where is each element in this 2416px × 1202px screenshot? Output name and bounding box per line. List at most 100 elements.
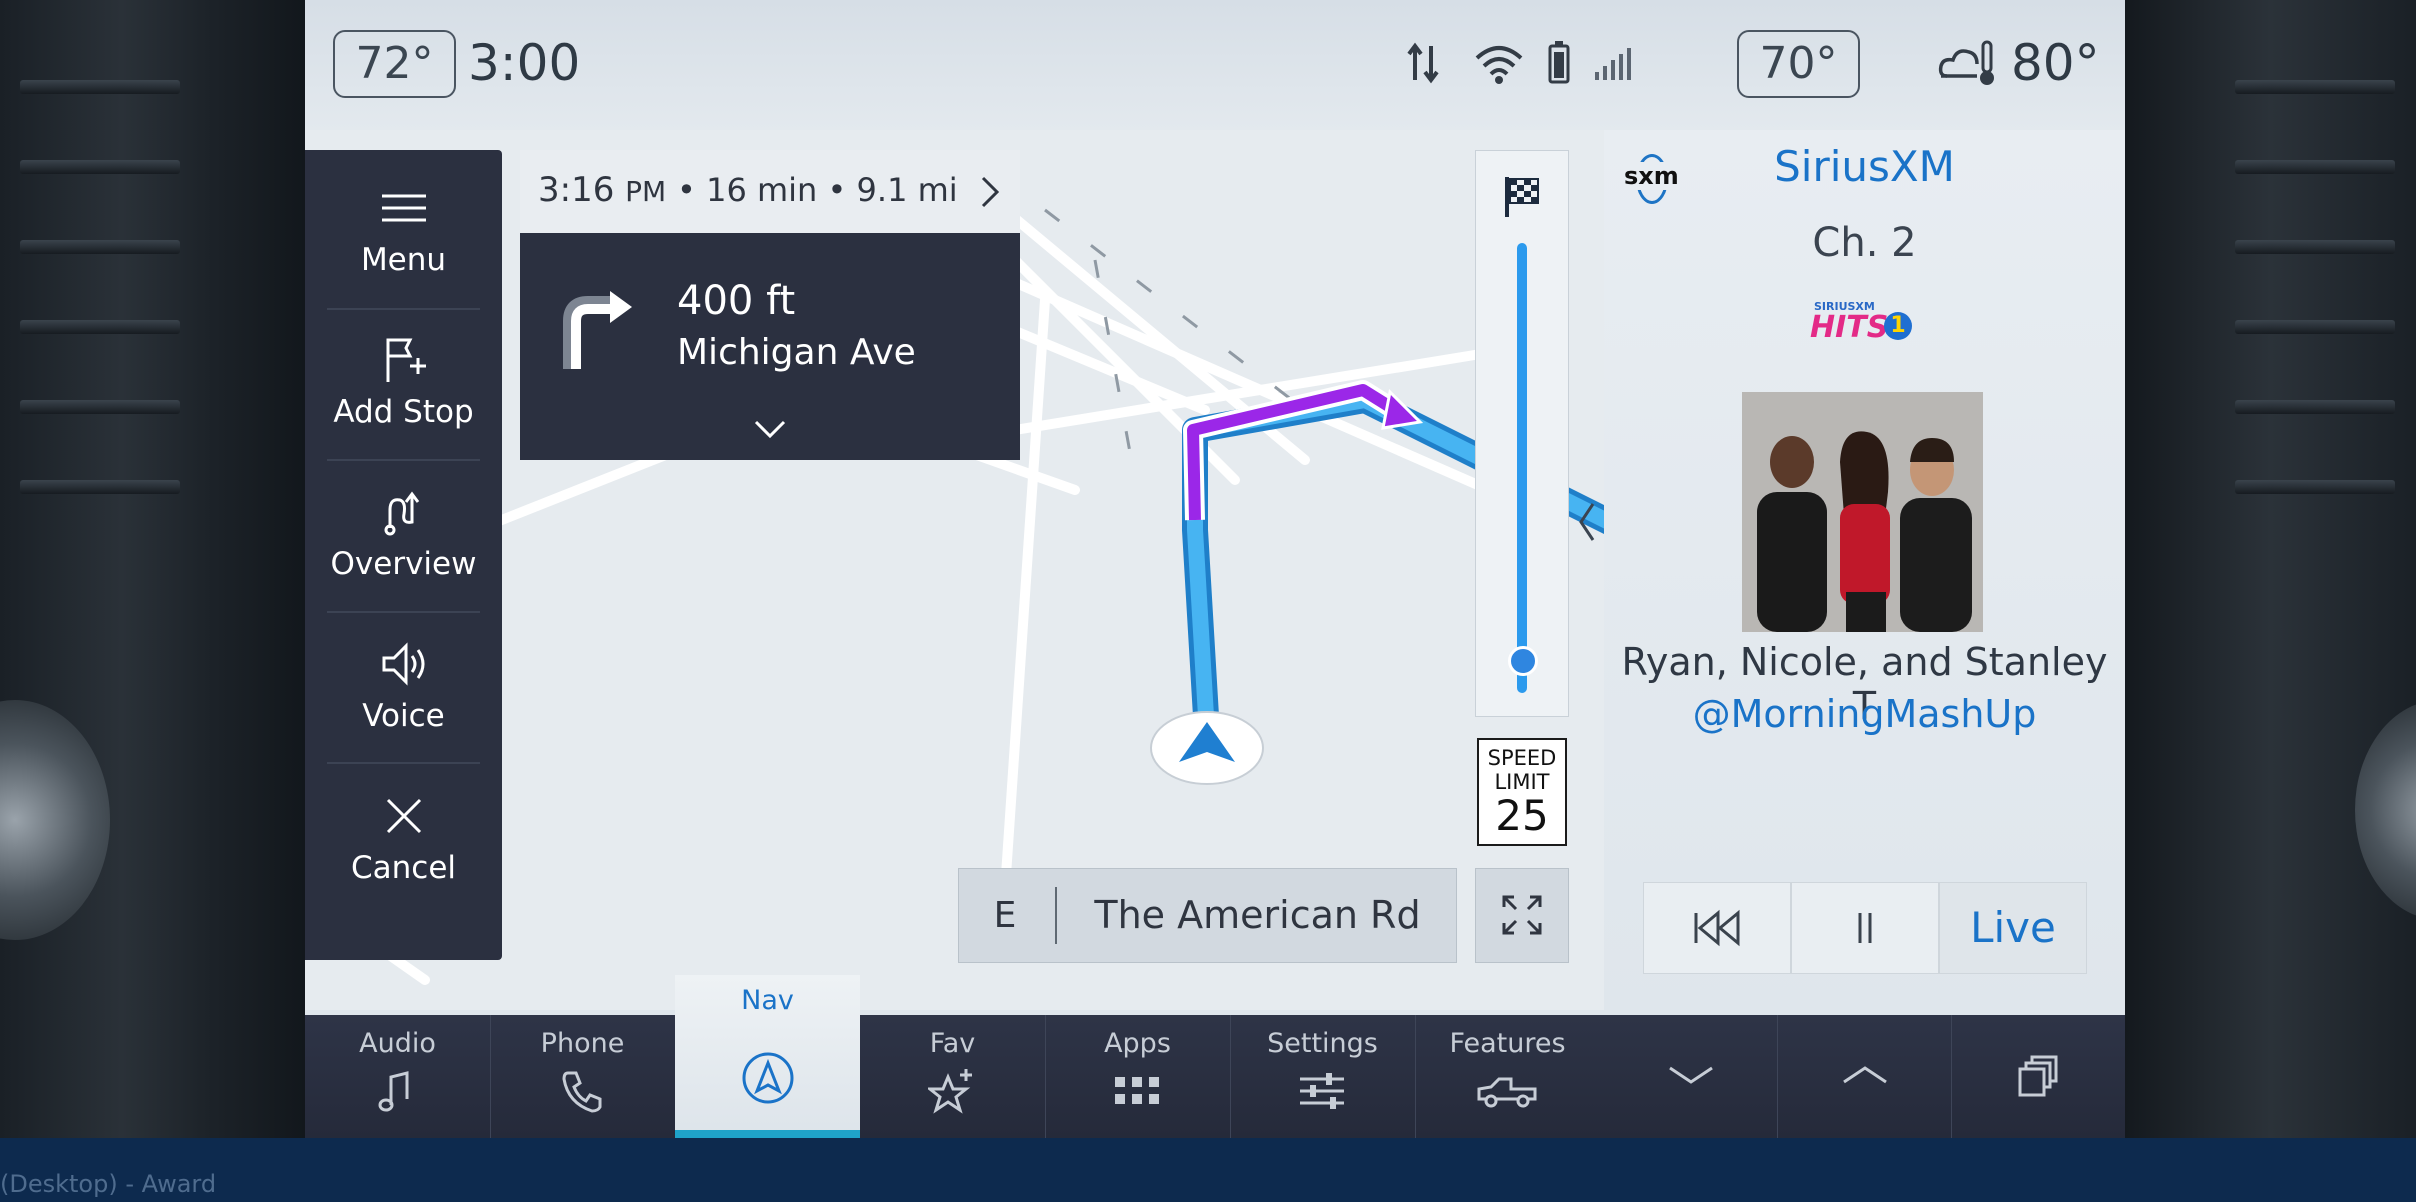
speed-limit-line2: LIMIT	[1494, 770, 1550, 794]
chevron-down-icon	[1669, 1066, 1713, 1084]
taskbar-title: (Desktop) - Award	[0, 1170, 217, 1198]
signal-strength-icon	[1595, 48, 1631, 80]
expand-icon	[1502, 895, 1542, 935]
pause-icon	[1858, 913, 1872, 943]
outside-temperature: 80°	[2011, 34, 2100, 92]
current-road-bar: E The American Rd	[958, 868, 1457, 963]
dock-audio[interactable]: Audio	[305, 1015, 490, 1138]
dock-phone[interactable]: Phone	[490, 1015, 675, 1138]
grid-icon	[1115, 1077, 1159, 1104]
right-climate-temp[interactable]: 70°	[1737, 30, 1860, 98]
air-vent-slat	[2235, 240, 2395, 254]
dashboard-left-bezel	[0, 0, 305, 1138]
zoom-slider-panel	[1475, 150, 1569, 717]
route-progress-track	[1517, 243, 1527, 693]
speed-limit-sign: SPEED LIMIT 25	[1477, 738, 1567, 846]
dashboard-right-bezel	[2125, 0, 2416, 1138]
turn-street-name: Michigan Ave	[677, 332, 916, 373]
current-road-name: The American Rd	[1094, 893, 1421, 937]
desktop-taskbar	[0, 1138, 2416, 1202]
air-vent-slat	[2235, 480, 2395, 494]
air-vent-slat	[2235, 160, 2395, 174]
chevron-right-icon[interactable]	[975, 172, 1005, 212]
turn-distance: 400 ft	[677, 278, 796, 324]
cancel-label: Cancel	[350, 850, 457, 886]
skip-back-icon	[1694, 909, 1740, 947]
checkered-flag-icon	[1505, 177, 1539, 217]
panel-collapse-chevron-icon[interactable]	[1575, 498, 1599, 546]
dock-apps[interactable]: Apps	[1045, 1015, 1230, 1138]
menu-label: Menu	[360, 242, 447, 278]
album-art	[1742, 392, 1983, 632]
hamburger-icon	[382, 194, 426, 222]
stacked-cards-icon	[2018, 1055, 2058, 1097]
air-vent-slat	[20, 160, 180, 174]
air-vent-slat	[20, 400, 180, 414]
overview-label: Overview	[330, 546, 477, 582]
overview-button[interactable]: Overview	[305, 454, 502, 605]
air-vent-slat	[20, 320, 180, 334]
flag-plus-icon	[386, 338, 426, 382]
dock-nav[interactable]: Nav	[675, 975, 860, 1138]
voice-label: Voice	[362, 698, 445, 734]
fullscreen-button[interactable]	[1475, 868, 1569, 963]
chevron-down-icon[interactable]	[752, 416, 788, 442]
volume-knob	[0, 700, 110, 940]
star-plus-icon	[928, 1069, 972, 1114]
air-vent-slat	[2235, 320, 2395, 334]
left-climate-temp[interactable]: 72°	[333, 30, 456, 98]
bottom-dock: Audio Phone Fav Apps Settings Features	[305, 1015, 1605, 1138]
dock-label: Apps	[1104, 1028, 1171, 1059]
truck-icon	[1477, 1077, 1537, 1108]
add-stop-button[interactable]: Add Stop	[305, 302, 502, 453]
nav-side-menu: Menu Add Stop Overview Voice Cancel	[305, 150, 502, 960]
eta-summary-bar[interactable]: 3:16 PM • 16 min • 9.1 mi	[520, 150, 1020, 233]
next-turn-card[interactable]: 400 ft Michigan Ave	[520, 233, 1020, 460]
multitask-button[interactable]	[1952, 1015, 2125, 1138]
media-source: SiriusXM	[1774, 142, 1955, 191]
clock: 3:00	[468, 34, 581, 92]
dock-label: Features	[1449, 1028, 1566, 1059]
air-vent-slat	[2235, 80, 2395, 94]
music-note-icon	[378, 1071, 409, 1112]
route-progress-marker[interactable]	[1508, 646, 1538, 676]
dock-label: Fav	[929, 1028, 976, 1059]
phone-icon	[562, 1071, 602, 1113]
live-button[interactable]: Live	[1939, 882, 2087, 974]
chevron-up-icon	[1843, 1066, 1887, 1084]
channel-logo-main: HITS	[1810, 310, 1889, 345]
sliders-icon	[1300, 1073, 1344, 1109]
previous-button[interactable]	[1643, 882, 1791, 974]
menu-button[interactable]: Menu	[305, 150, 502, 301]
expand-button[interactable]	[1778, 1015, 1951, 1138]
infotainment-screen: 72° 3:00 70° 80° Menu Add Stop Overview …	[305, 0, 2125, 1138]
channel-logo-num: 1	[1884, 312, 1912, 340]
voice-button[interactable]: Voice	[305, 606, 502, 757]
status-bar: 72° 3:00 70° 80°	[305, 0, 2125, 130]
cancel-route-button[interactable]: Cancel	[305, 758, 502, 909]
active-tab-indicator	[675, 1130, 860, 1138]
dock-fav[interactable]: Fav	[860, 1015, 1045, 1138]
compass-heading: E	[993, 895, 1017, 936]
collapse-button[interactable]	[1604, 1015, 1777, 1138]
add-stop-label: Add Stop	[333, 394, 474, 430]
air-vent-slat	[20, 240, 180, 254]
tuning-knob	[2355, 700, 2416, 920]
divider	[1055, 887, 1057, 944]
channel-logo: SIRIUSXM HITS 1	[1810, 300, 1914, 350]
speaker-icon	[382, 642, 425, 686]
media-dock	[1604, 1015, 2125, 1138]
media-controls: Live	[1643, 882, 2087, 974]
air-vent-slat	[20, 80, 180, 94]
dock-settings[interactable]: Settings	[1230, 1015, 1415, 1138]
channel-number: Ch. 2	[1812, 220, 1917, 266]
speed-limit-value: 25	[1495, 791, 1549, 840]
pause-button[interactable]	[1791, 882, 1939, 974]
dock-label: Audio	[359, 1028, 436, 1059]
phone-battery-icon	[1548, 41, 1570, 84]
speed-limit-line1: SPEED	[1487, 746, 1557, 770]
weather-cloud-thermometer-icon	[1938, 40, 1994, 85]
turn-right-icon	[563, 291, 632, 369]
dock-label: Phone	[540, 1028, 625, 1059]
dock-features[interactable]: Features	[1415, 1015, 1600, 1138]
